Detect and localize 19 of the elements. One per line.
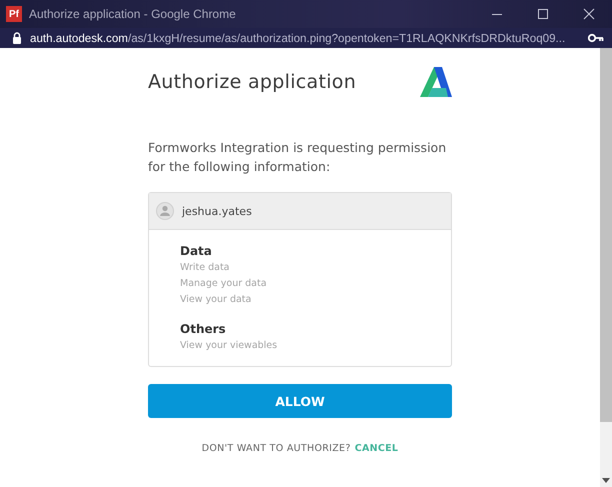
app-icon: Pf bbox=[6, 6, 22, 22]
window-title: Authorize application - Google Chrome bbox=[29, 7, 237, 21]
permission-item: Write data bbox=[180, 261, 230, 275]
lock-icon bbox=[12, 32, 22, 44]
permission-item: View your data bbox=[180, 293, 252, 307]
cancel-prompt-text: DON'T WANT TO AUTHORIZE? bbox=[202, 443, 351, 454]
page-heading: Authorize application bbox=[148, 71, 356, 93]
cancel-link[interactable]: CANCEL bbox=[354, 443, 398, 454]
avatar-icon bbox=[156, 202, 174, 220]
permission-item: View your viewables bbox=[180, 339, 278, 353]
allow-button[interactable]: ALLOW bbox=[148, 384, 452, 418]
scroll-down-icon[interactable] bbox=[602, 478, 610, 483]
logo-icon bbox=[420, 67, 452, 97]
permission-item: Manage your data bbox=[180, 277, 268, 291]
group-title: Others bbox=[180, 321, 227, 338]
description-text: Formworks Integration is requesting permission for the following information: bbox=[148, 139, 448, 176]
key-icon[interactable] bbox=[588, 33, 604, 43]
username-text: jeshua.yates bbox=[182, 204, 252, 218]
group-title: Data bbox=[180, 243, 213, 260]
